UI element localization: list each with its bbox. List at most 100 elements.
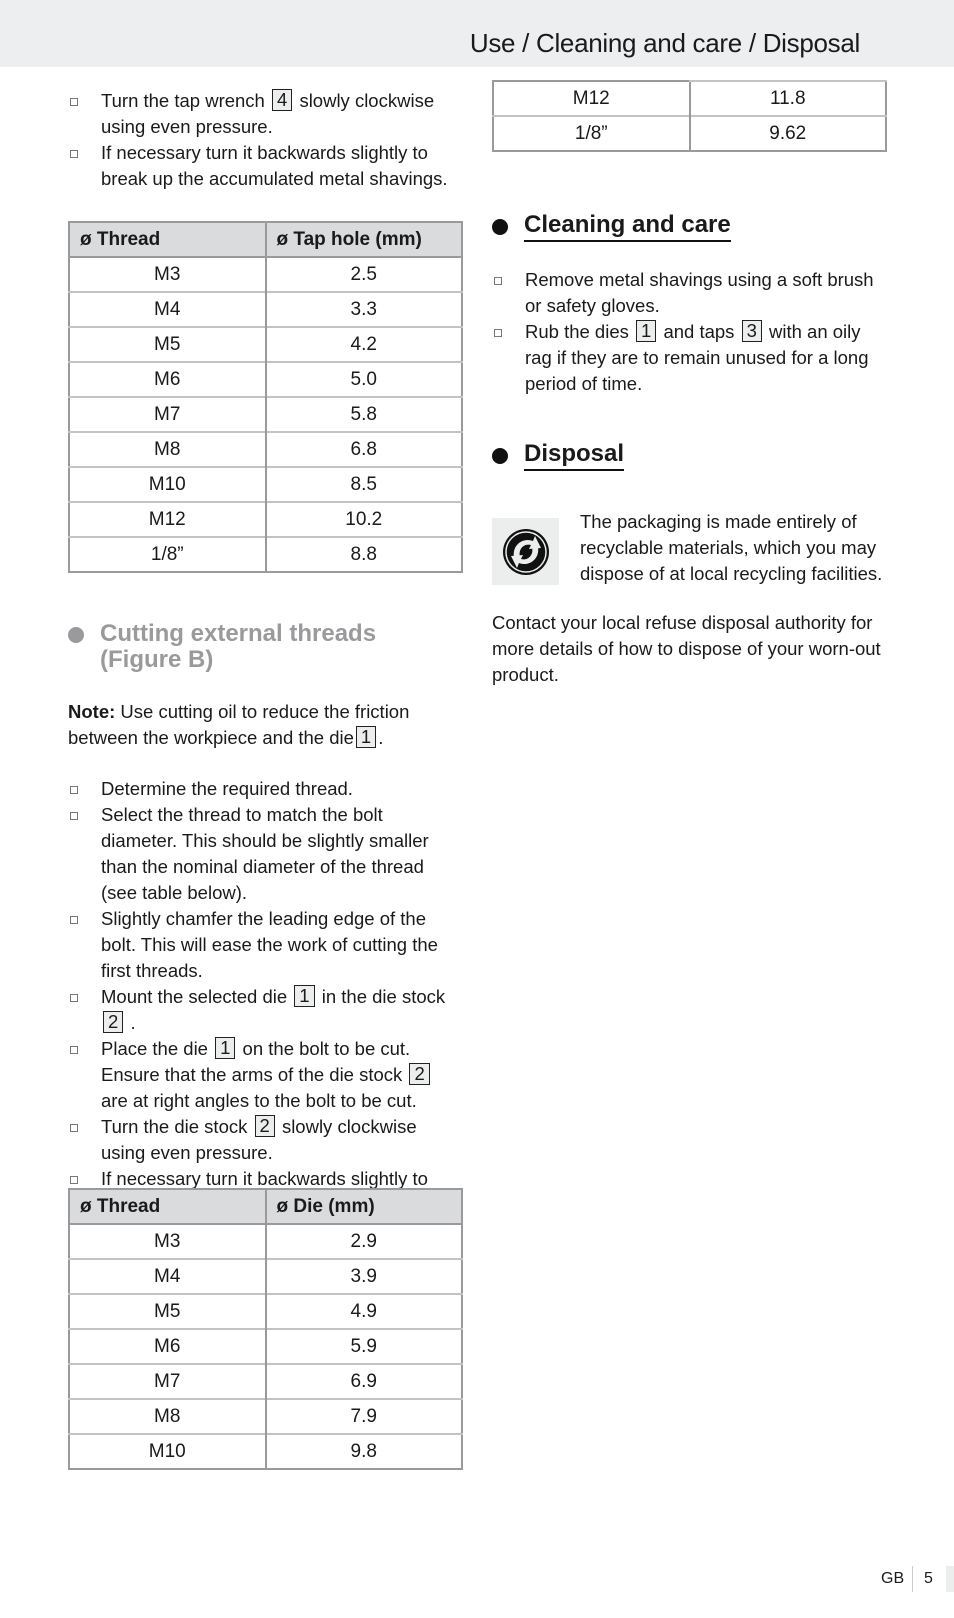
cell-value: 5.9 bbox=[264, 1328, 462, 1364]
text-segment: Determine the required thread. bbox=[101, 778, 353, 799]
text-segment: If necessary turn it backwards slightly … bbox=[101, 142, 448, 189]
die-table: ø Thread ø Die (mm) M3 2.9 M4 3.9 M5 4.9 M6 5.9… bbox=[68, 1188, 463, 1470]
cell-thread: 1/8” bbox=[493, 115, 690, 151]
text-segment: Slightly chamfer the leading edge of the… bbox=[101, 908, 438, 981]
cell-thread: M10 bbox=[69, 466, 266, 502]
cell-thread: M3 bbox=[69, 256, 266, 292]
footer-divider bbox=[912, 1566, 913, 1592]
cell-value: 5.8 bbox=[264, 396, 462, 432]
cell-value: 7.9 bbox=[264, 1398, 462, 1434]
table-row: M8 6.8 bbox=[69, 431, 462, 467]
cell-thread: 1/8” bbox=[69, 536, 266, 572]
table-row: M8 7.9 bbox=[69, 1398, 462, 1434]
table-row: M6 5.0 bbox=[69, 361, 462, 397]
tap-hole-table-continued: M12 11.8 1/8” 9.62 bbox=[492, 80, 887, 152]
cell-thread: M3 bbox=[69, 1223, 266, 1259]
cleaning-bullet-list: Remove metal shavings using a soft brush… bbox=[492, 267, 892, 397]
checkbox-square-icon bbox=[494, 277, 502, 285]
reference-number-box: 4 bbox=[272, 89, 293, 111]
text-segment: are at right angles to the bolt to be cu… bbox=[101, 1090, 417, 1111]
footer-language: GB bbox=[881, 1570, 905, 1587]
table-row: M10 8.5 bbox=[69, 466, 462, 502]
cell-value: 6.9 bbox=[264, 1363, 462, 1399]
text-segment: Place the die bbox=[101, 1038, 208, 1059]
checkbox-square-icon bbox=[70, 916, 78, 924]
checkbox-square-icon bbox=[70, 812, 78, 820]
contact-paragraph: Contact your local refuse disposal autho… bbox=[492, 612, 881, 685]
table-row: M5 4.9 bbox=[69, 1293, 462, 1329]
page-header-title: Use / Cleaning and care / Disposal bbox=[469, 28, 860, 58]
die-table-block: ø Thread ø Die (mm) M3 2.9 M4 3.9 M5 4.9 M6 5.9… bbox=[68, 1188, 463, 1470]
note-label: Note: bbox=[68, 701, 116, 722]
cell-value: 6.8 bbox=[264, 431, 462, 467]
footer-tab-marker bbox=[946, 1566, 954, 1592]
cell-value: 11.8 bbox=[688, 80, 886, 116]
reference-number-box: 1 bbox=[215, 1037, 236, 1059]
checkbox-square-icon bbox=[70, 150, 78, 158]
cell-thread: M7 bbox=[69, 396, 266, 432]
table-row: 1/8” 9.62 bbox=[493, 115, 886, 151]
cell-thread: M12 bbox=[572, 87, 610, 109]
cell-thread: M6 bbox=[69, 361, 266, 397]
text-segment: in the die stock bbox=[321, 986, 446, 1007]
checkbox-square-icon bbox=[70, 1176, 78, 1184]
external-threads-section: Cutting external threads (Figure B) bbox=[68, 621, 463, 673]
reference-number-box: 2 bbox=[254, 1115, 275, 1137]
text-segment: Turn the tap wrench bbox=[101, 90, 265, 111]
checkbox-square-icon bbox=[70, 98, 78, 106]
text-segment: and taps bbox=[663, 321, 735, 342]
list-item: Place the die 1 on the bolt to be cut. E… bbox=[68, 1036, 463, 1114]
checkbox-square-icon bbox=[70, 1046, 78, 1054]
section-heading-disposal: Disposal bbox=[492, 441, 892, 471]
steps-bullet-list: Determine the required thread. Select th… bbox=[68, 776, 463, 1218]
section-heading-external-threads: Cutting external threads (Figure B) bbox=[68, 621, 463, 673]
cell-thread: M10 bbox=[69, 1433, 266, 1469]
list-item: Turn the tap wrench 4 slowly clockwise u… bbox=[68, 88, 463, 140]
list-item: Select the thread to match the bolt diam… bbox=[68, 802, 463, 906]
table-row: M4 3.3 bbox=[69, 291, 462, 327]
cell-thread: M5 bbox=[69, 326, 266, 362]
reference-number-box: 1 bbox=[294, 985, 315, 1007]
cell-thread: M7 bbox=[69, 1363, 266, 1399]
bullet-dot-icon bbox=[492, 219, 508, 235]
text-segment: Select the thread to match the bolt diam… bbox=[101, 804, 429, 903]
table-row: M7 6.9 bbox=[69, 1363, 462, 1399]
intro-bullets-block: Turn the tap wrench 4 slowly clockwise u… bbox=[68, 88, 463, 192]
page-number: 5 bbox=[924, 1570, 933, 1587]
cell-thread: M8 bbox=[69, 431, 266, 467]
cell-thread: M12 bbox=[69, 501, 266, 537]
table-row: 1/8” 8.8 bbox=[69, 536, 462, 572]
section-title-line1: Cutting external threads bbox=[100, 620, 377, 647]
cell-thread: M6 bbox=[69, 1328, 266, 1364]
green-dot-recycling-icon bbox=[492, 518, 559, 585]
die-table-header-die: ø Die (mm) bbox=[264, 1189, 462, 1225]
list-item: Turn the die stock 2 slowly clockwise us… bbox=[68, 1114, 463, 1166]
cell-value: 10.2 bbox=[264, 501, 462, 537]
disposal-section: Disposal bbox=[492, 441, 892, 471]
list-item: Slightly chamfer the leading edge of the… bbox=[68, 906, 463, 984]
tap-table-header-thread: ø Thread bbox=[69, 222, 266, 258]
text-segment: Remove metal shavings using a soft brush… bbox=[525, 269, 874, 316]
section-heading-cleaning: Cleaning and care bbox=[492, 212, 892, 242]
reference-number-box: 2 bbox=[103, 1011, 124, 1033]
cell-value: 4.9 bbox=[264, 1293, 462, 1329]
list-item: Mount the selected die 1 in the die stoc… bbox=[68, 984, 463, 1036]
list-item: Remove metal shavings using a soft brush… bbox=[492, 267, 892, 319]
reference-number-box: 1 bbox=[355, 726, 377, 748]
text-segment: . bbox=[130, 1012, 136, 1033]
cell-thread: M4 bbox=[69, 1258, 266, 1294]
cell-value: 3.3 bbox=[264, 291, 462, 327]
checkbox-square-icon bbox=[70, 786, 78, 794]
cell-value: 8.5 bbox=[264, 466, 462, 502]
text-segment: Mount the selected die bbox=[101, 986, 288, 1007]
intro-bullet-list: Turn the tap wrench 4 slowly clockwise u… bbox=[68, 88, 463, 192]
table-row: M4 3.9 bbox=[69, 1258, 462, 1294]
recycling-arrows-icon bbox=[502, 528, 549, 575]
die-table-header-thread: ø Thread bbox=[69, 1189, 266, 1225]
cell-thread: M4 bbox=[69, 291, 266, 327]
continued-table-block: M12 11.8 1/8” 9.62 bbox=[492, 80, 892, 152]
header-band: Use / Cleaning and care / Disposal bbox=[0, 0, 954, 67]
cell-value: 8.8 bbox=[264, 536, 462, 572]
text-segment: Turn the die stock bbox=[101, 1116, 248, 1137]
table-row: M5 4.2 bbox=[69, 326, 462, 362]
